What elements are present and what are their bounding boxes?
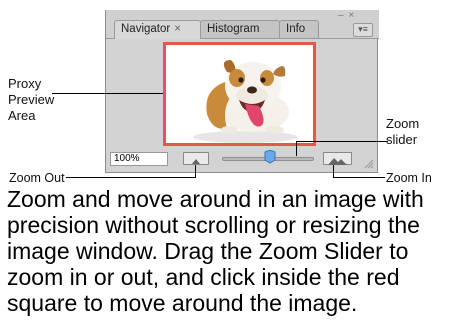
panel-menu-icon[interactable]: ▾≡	[353, 23, 373, 37]
leader-line-proxy	[52, 93, 163, 94]
leader-line-slider-drop	[296, 141, 297, 156]
callout-zoom-out: Zoom Out	[9, 171, 65, 185]
large-mountain-icon	[328, 158, 347, 165]
leader-line-zoom-out	[66, 177, 196, 178]
bulldog-preview-image	[193, 60, 297, 143]
resize-grip-icon[interactable]	[362, 157, 374, 169]
leader-line-zoom-in-rise	[333, 165, 334, 178]
callout-zoom-slider: Zoom slider	[386, 116, 420, 147]
zoom-out-button[interactable]	[183, 152, 209, 165]
tab-info-label: Info	[286, 23, 306, 35]
leader-line-zoom-out-rise	[195, 165, 196, 178]
panel-tab-strip: Navigator × Histogram Info – × ▾≡	[106, 10, 379, 39]
tab-navigator[interactable]: Navigator ×	[114, 20, 201, 39]
leader-line-zoom-in	[333, 177, 385, 178]
zoom-percentage-input[interactable]: 100%	[110, 152, 168, 166]
tab-close-icon[interactable]: ×	[174, 23, 181, 35]
tab-histogram[interactable]: Histogram	[200, 20, 280, 38]
navigator-panel: Navigator × Histogram Info – × ▾≡ 100%	[105, 10, 379, 173]
description-text: Zoom and move around in an image with pr…	[7, 186, 424, 316]
callout-proxy-preview: Proxy Preview Area	[8, 76, 55, 123]
zoom-bar: 100%	[106, 149, 379, 173]
tab-navigator-label: Navigator	[121, 23, 171, 35]
callout-zoom-in: Zoom In	[386, 171, 432, 185]
zoom-in-button[interactable]	[323, 152, 352, 165]
tab-histogram-label: Histogram	[207, 23, 260, 35]
leader-line-slider	[296, 141, 388, 142]
window-controls-icon[interactable]: – ×	[338, 10, 355, 21]
proxy-preview-area[interactable]	[163, 42, 316, 146]
small-mountain-icon	[192, 159, 200, 164]
tab-info[interactable]: Info	[279, 20, 319, 38]
zoom-slider-thumb[interactable]	[264, 150, 276, 164]
